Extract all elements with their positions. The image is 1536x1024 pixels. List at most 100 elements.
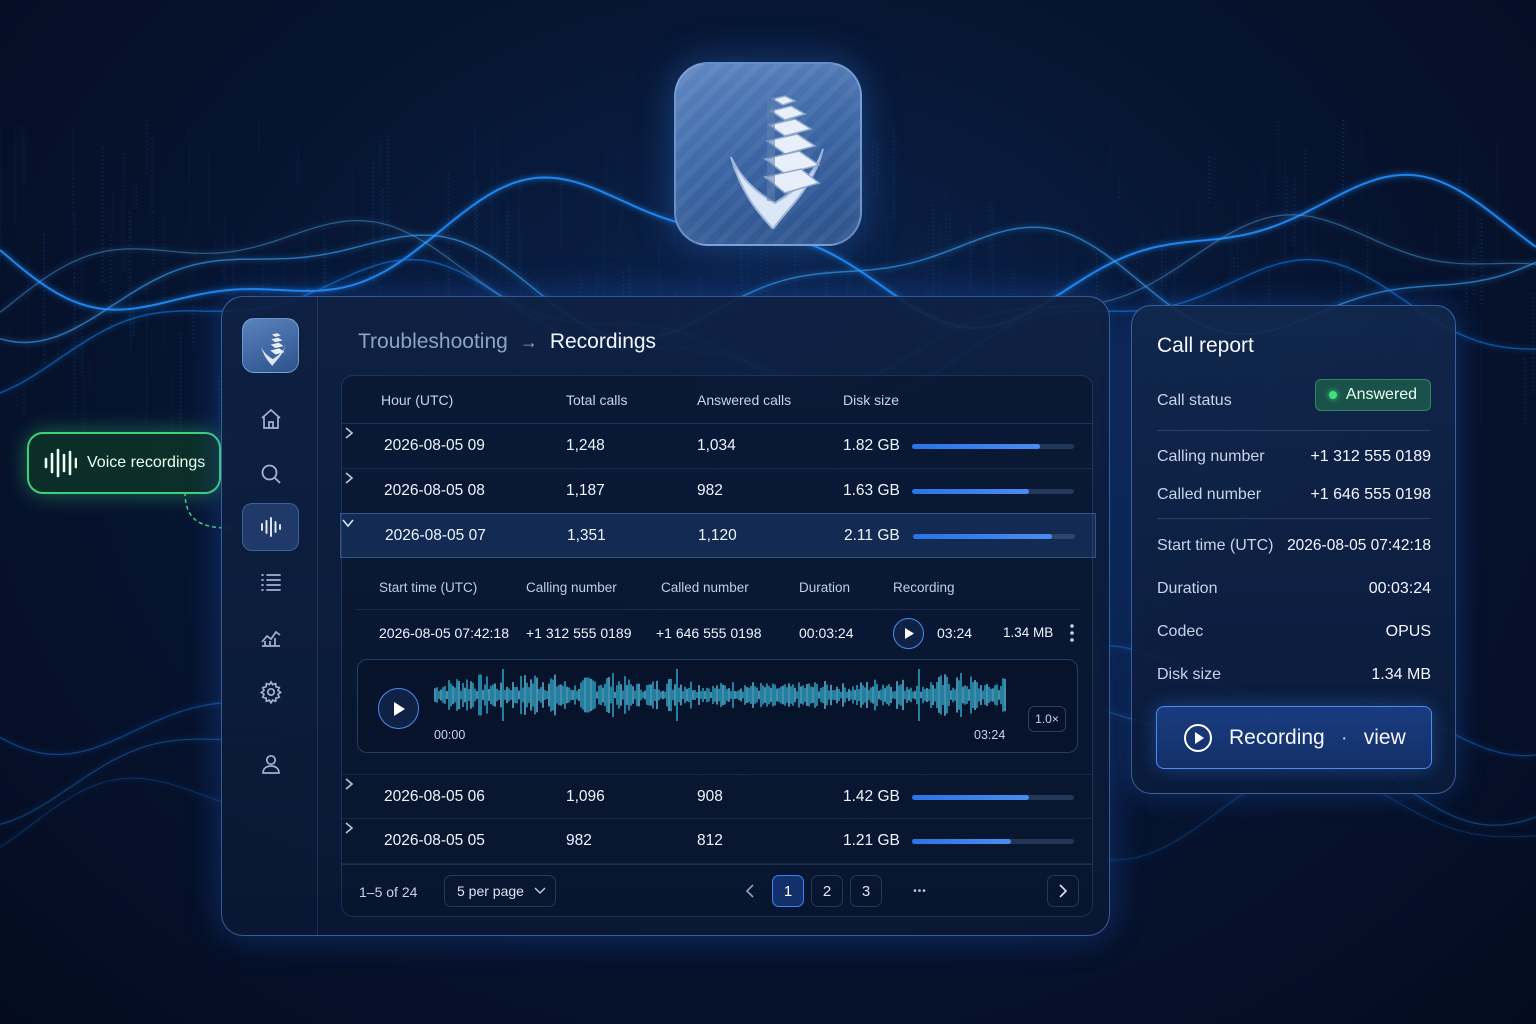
audio-player: 00:00 03:24 1.0× xyxy=(357,659,1078,753)
divider xyxy=(1157,518,1431,519)
sidebar-item-profile[interactable] xyxy=(242,740,299,788)
status-dot-icon xyxy=(1328,391,1337,399)
player-time-end: 03:24 xyxy=(974,728,1006,742)
detail-header-calling: Calling number xyxy=(526,580,617,595)
codec-label: Codec xyxy=(1157,623,1204,640)
chevron-right-icon[interactable] xyxy=(342,424,356,442)
row-disk-size: 2.11 GB xyxy=(844,527,900,544)
recording-view-separator: · xyxy=(1340,725,1348,749)
breadcrumb-parent-link[interactable]: Troubleshooting xyxy=(358,330,508,354)
breadcrumb-separator: → xyxy=(519,331,538,352)
row-answered-calls: 982 xyxy=(697,482,723,499)
table-row[interactable]: 2026-08-05 05 982 812 1.21 GB xyxy=(342,819,1092,864)
detail-duration: 00:03:24 xyxy=(799,625,854,641)
search-icon xyxy=(261,464,281,484)
chevron-down-icon xyxy=(534,887,546,895)
chart-icon xyxy=(260,630,281,647)
breadcrumb-current: Recordings xyxy=(549,330,657,353)
divider xyxy=(1157,430,1431,431)
per-page-value: 5 per page xyxy=(457,883,524,899)
row-answered-calls: 908 xyxy=(697,788,723,805)
pagination-page-1[interactable]: 1 xyxy=(772,875,804,907)
call-report-title: Call report xyxy=(1157,334,1254,357)
pagination-ellipsis: ••• xyxy=(913,885,927,897)
row-answered-calls: 1,120 xyxy=(698,527,737,544)
row-disk-size: 1.63 GB xyxy=(843,482,900,499)
recording-view-action: view xyxy=(1363,725,1406,749)
detail-header: Start time (UTC) Calling number Called n… xyxy=(356,566,1080,610)
row-total-calls: 1,187 xyxy=(566,482,605,499)
disk-usage-bar xyxy=(912,795,1074,800)
table-row[interactable]: 2026-08-05 06 1,096 908 1.42 GB xyxy=(342,774,1092,819)
pagination-next-button[interactable] xyxy=(1047,875,1079,907)
disk-usage-fill xyxy=(913,534,1053,539)
detail-called-number: +1 646 555 0198 xyxy=(656,625,762,641)
sidebar-item-home[interactable] xyxy=(242,395,299,443)
row-disk-size: 1.82 GB xyxy=(843,437,900,454)
disk-size-label: Disk size xyxy=(1157,666,1222,683)
detail-header-called: Called number xyxy=(661,580,749,595)
chevron-right-icon[interactable] xyxy=(342,775,356,793)
call-status-label: Call status xyxy=(1157,392,1232,409)
recording-view-button[interactable]: Recording · view xyxy=(1156,706,1432,769)
table-row[interactable]: 2026-08-05 08 1,187 982 1.63 GB xyxy=(342,469,1092,514)
play-icon xyxy=(904,628,914,639)
row-answered-calls: 1,034 xyxy=(697,437,736,454)
sidebar-item-settings[interactable] xyxy=(242,668,299,716)
playback-speed-button[interactable]: 1.0× xyxy=(1028,706,1066,732)
sidebar-item-recordings[interactable] xyxy=(242,503,299,551)
sidebar-item-analytics[interactable] xyxy=(242,613,299,661)
status-badge: Answered xyxy=(1315,379,1431,411)
waveform-icon xyxy=(44,448,77,478)
app-logo-icon xyxy=(674,62,862,246)
chevron-right-icon[interactable] xyxy=(342,819,356,837)
chevron-down-icon[interactable] xyxy=(341,514,355,532)
sidebar-item-list[interactable] xyxy=(242,558,299,606)
row-hour: 2026-08-05 07 xyxy=(385,527,486,544)
status-badge-text: Answered xyxy=(1345,386,1418,403)
table-row-expanded[interactable]: 2026-08-05 07 1,351 1,120 2.11 GB xyxy=(340,513,1096,558)
column-header-total-calls[interactable]: Total calls xyxy=(566,392,627,408)
disk-usage-fill xyxy=(912,795,1029,800)
gear-icon xyxy=(259,680,282,704)
recording-play-button[interactable] xyxy=(893,618,924,649)
pagination-page-2[interactable]: 2 xyxy=(811,875,843,907)
pagination-prev-button[interactable] xyxy=(734,875,766,907)
detail-row[interactable]: 2026-08-05 07:42:18 +1 312 555 0189 +1 6… xyxy=(356,610,1080,656)
disk-size-value: 1.34 MB xyxy=(1371,666,1431,683)
player-play-button[interactable] xyxy=(378,688,419,729)
table-row[interactable]: 2026-08-05 09 1,248 1,034 1.82 GB xyxy=(342,424,1092,469)
column-header-answered-calls[interactable]: Answered calls xyxy=(697,392,791,408)
row-total-calls: 1,248 xyxy=(566,437,605,454)
sidebar-logo-icon[interactable] xyxy=(242,318,299,373)
called-number-value: +1 646 555 0198 xyxy=(1310,486,1431,503)
row-disk-size: 1.42 GB xyxy=(843,788,900,805)
disk-usage-fill xyxy=(912,839,1011,844)
row-total-calls: 1,096 xyxy=(566,788,605,805)
recording-size: 1.34 MB xyxy=(1003,625,1054,640)
voice-recordings-callout[interactable]: Voice recordings xyxy=(27,432,221,494)
row-hour: 2026-08-05 05 xyxy=(384,832,485,849)
sidebar-item-search[interactable] xyxy=(242,450,299,498)
user-icon xyxy=(261,754,280,774)
pagination-page-3[interactable]: 3 xyxy=(850,875,882,907)
disk-usage-fill xyxy=(912,444,1040,449)
row-disk-size: 1.21 GB xyxy=(843,832,900,849)
calling-number-label: Calling number xyxy=(1157,448,1265,465)
column-header-disk-size[interactable]: Disk size xyxy=(843,392,899,408)
recordings-window: Troubleshooting → Recordings Hour (UTC) … xyxy=(221,296,1110,936)
start-time-value: 2026-08-05 07:42:18 xyxy=(1287,537,1431,554)
duration-label: Duration xyxy=(1157,580,1218,597)
recording-length: 03:24 xyxy=(937,625,973,641)
chevron-right-icon[interactable] xyxy=(342,469,356,487)
row-hour: 2026-08-05 06 xyxy=(384,788,485,805)
row-total-calls: 982 xyxy=(566,832,592,849)
call-report-panel: Call report Call status Answered Calling… xyxy=(1131,305,1456,794)
audio-waveform[interactable] xyxy=(434,668,1008,730)
column-header-hour[interactable]: Hour (UTC) xyxy=(381,392,453,408)
per-page-select[interactable]: 5 per page xyxy=(444,875,556,907)
player-time-start: 00:00 xyxy=(434,728,466,742)
pagination-range: 1–5 of 24 xyxy=(359,884,418,900)
more-options-icon[interactable] xyxy=(1066,622,1078,644)
recording-view-label: Recording xyxy=(1229,725,1325,749)
